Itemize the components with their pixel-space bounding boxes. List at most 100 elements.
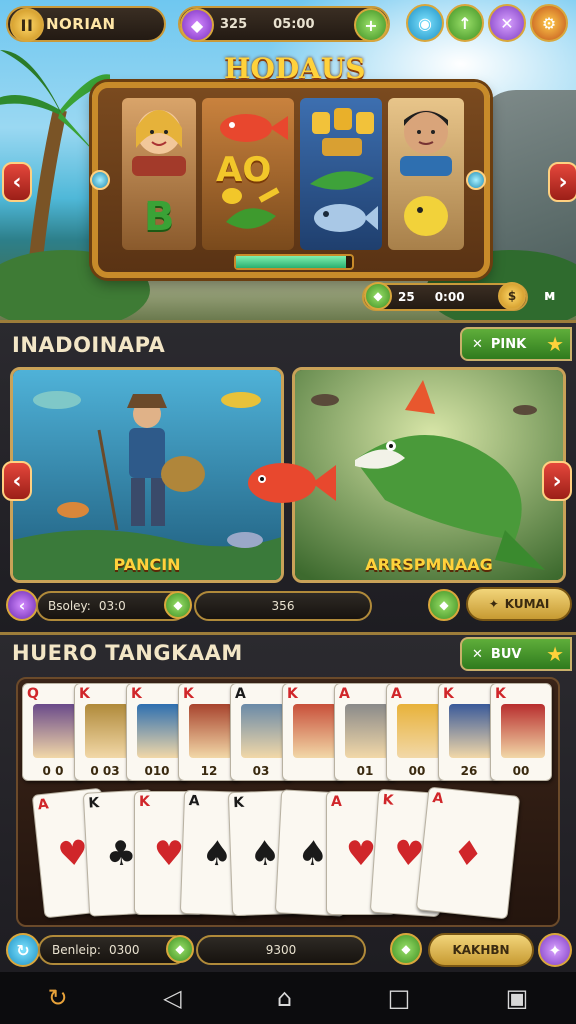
card-rank: K — [87, 795, 100, 812]
card-rank: K — [287, 686, 298, 702]
card-artwork — [293, 704, 337, 758]
section-title: INADOINAPA — [12, 333, 166, 357]
settings-icon[interactable]: ⚙ — [530, 4, 568, 42]
reel-3 — [300, 98, 382, 250]
symbol-ao: AO — [216, 150, 272, 190]
card-artwork — [345, 704, 389, 758]
score-bar: 356 — [194, 591, 372, 621]
card-artwork — [449, 704, 493, 758]
slot-stat-b: 0:00 — [434, 290, 465, 304]
card-suit: ♦ — [450, 832, 486, 876]
slot-stats-bar: ◆ 25 0:00 $ — [362, 282, 528, 311]
slot-machine[interactable]: B AO — [92, 82, 490, 278]
card-game-panel: HUERO TANGKAAM ✕ BUV ★ Q0 0K0 03 K 010 K 12 A… — [0, 632, 576, 972]
slot-stat-a: 25 — [398, 290, 415, 304]
kakhbn-button[interactable]: KAKHBN — [428, 933, 534, 967]
table-card[interactable]: K 00 — [490, 683, 552, 781]
card-rank: K — [183, 686, 194, 702]
card-rank: A — [331, 794, 342, 810]
pink-tab-button[interactable]: ✕ PINK ★ — [460, 327, 572, 361]
coin-icon[interactable]: ◆ — [390, 933, 422, 965]
globe-icon[interactable]: ◉ — [406, 4, 444, 42]
balance-bar: ◆ 325 05:00 + — [178, 6, 390, 42]
gem-icon — [90, 170, 110, 190]
card-artwork — [33, 704, 77, 758]
next-game-arrow[interactable]: › — [542, 461, 572, 501]
coin-icon: ◆ — [364, 282, 392, 310]
menu-mark-icon[interactable]: ᴍ — [544, 288, 555, 304]
star-icon: ★ — [546, 642, 564, 666]
card-rank: Q — [27, 686, 39, 702]
card-artwork — [397, 704, 441, 758]
home-icon[interactable]: ⌂ — [277, 984, 292, 1012]
prev-game-arrow[interactable]: ‹ — [2, 461, 32, 501]
coin-icon: ◆ — [164, 591, 192, 619]
pause-icon[interactable]: II — [10, 8, 44, 42]
card-rank: A — [188, 792, 200, 810]
add-currency-icon[interactable]: + — [354, 8, 388, 42]
reel-1: B — [122, 98, 196, 250]
card-rank: K — [79, 686, 90, 702]
card-rank: A — [36, 796, 50, 814]
swords-icon[interactable]: ✕ — [488, 4, 526, 42]
refresh-icon[interactable]: ↻ — [48, 984, 68, 1012]
red-fish-decoration — [248, 463, 336, 503]
coin-icon[interactable]: ◆ — [428, 589, 460, 621]
score-value: 9300 — [265, 943, 297, 957]
card-rank: A — [431, 790, 445, 808]
player-name: NORIAN — [46, 15, 116, 33]
card-rank: A — [391, 686, 402, 702]
upgrade-icon[interactable]: ↑ — [446, 4, 484, 42]
coin-icon: ◆ — [166, 935, 194, 963]
gem-icon[interactable]: ✦ — [538, 933, 572, 967]
gem-icon: ◆ — [180, 8, 214, 42]
card-rank: K — [443, 686, 454, 702]
symbol-b: B — [144, 194, 175, 240]
player-name-pill[interactable]: II NORIAN — [6, 6, 166, 42]
hand-card[interactable]: A ♦ — [415, 786, 521, 920]
card-artwork — [85, 704, 129, 758]
reel-2: AO — [202, 98, 294, 250]
card-value: 00 — [512, 764, 530, 778]
prev-round-icon[interactable]: ‹ — [6, 589, 38, 621]
refresh-game-icon[interactable]: ↻ — [6, 933, 40, 967]
slot-title: HODAUS — [224, 52, 366, 85]
star-icon: ✦ — [488, 597, 499, 611]
buv-tab-button[interactable]: ✕ BUV ★ — [460, 637, 572, 671]
spin-progress-fill — [236, 256, 347, 268]
status-value: 0300 — [108, 943, 140, 957]
card-rank: K — [232, 794, 245, 812]
back-icon[interactable]: ◁ — [163, 984, 181, 1012]
cross-icon: ✕ — [472, 336, 483, 352]
card-rank: A — [339, 686, 350, 702]
card-artwork — [241, 704, 285, 758]
next-slot-arrow[interactable]: › — [548, 162, 576, 202]
spin-progress-bar — [234, 254, 354, 270]
recents-icon[interactable]: □ — [388, 984, 411, 1012]
card-rank: K — [131, 686, 142, 702]
cross-icon: ✕ — [472, 646, 483, 662]
system-nav-bar: ↻ ◁ ⌂ □ ▣ — [0, 972, 576, 1024]
reel-4 — [388, 98, 464, 250]
tab-label: BUV — [490, 646, 522, 662]
card-artwork — [501, 704, 545, 758]
balance-amount: 325 — [220, 16, 248, 32]
overview-icon[interactable]: ▣ — [506, 984, 529, 1012]
status-value: 03:0 — [98, 599, 126, 613]
tab-label: PINK — [490, 336, 527, 352]
treasure-symbol — [310, 108, 378, 232]
game-title: ARRSPMNAAG — [365, 555, 493, 574]
card-rank: A — [235, 686, 246, 702]
timer-value: 05:00 — [273, 16, 315, 32]
star-icon: ★ — [546, 332, 564, 356]
card-rank: K — [495, 686, 506, 702]
button-label: KAKHBN — [452, 943, 510, 957]
kumai-button[interactable]: ✦ KUMAI — [466, 587, 572, 621]
featured-games-panel: INADOINAPA ✕ PINK ★ PANCIN ARRSPMNAAG ‹ … — [0, 320, 576, 632]
button-label: KUMAI — [504, 597, 550, 611]
game-title: PANCIN — [113, 555, 181, 574]
card-artwork — [189, 704, 233, 758]
card-table: Q0 0K0 03 K 010 K 12 A 03 K A 01 A 00 K 26 K 00 A ♥ K ♣ K ♥ A… — [16, 677, 560, 927]
prev-slot-arrow[interactable]: ‹ — [2, 162, 32, 202]
gold-coin-icon: $ — [498, 282, 526, 310]
